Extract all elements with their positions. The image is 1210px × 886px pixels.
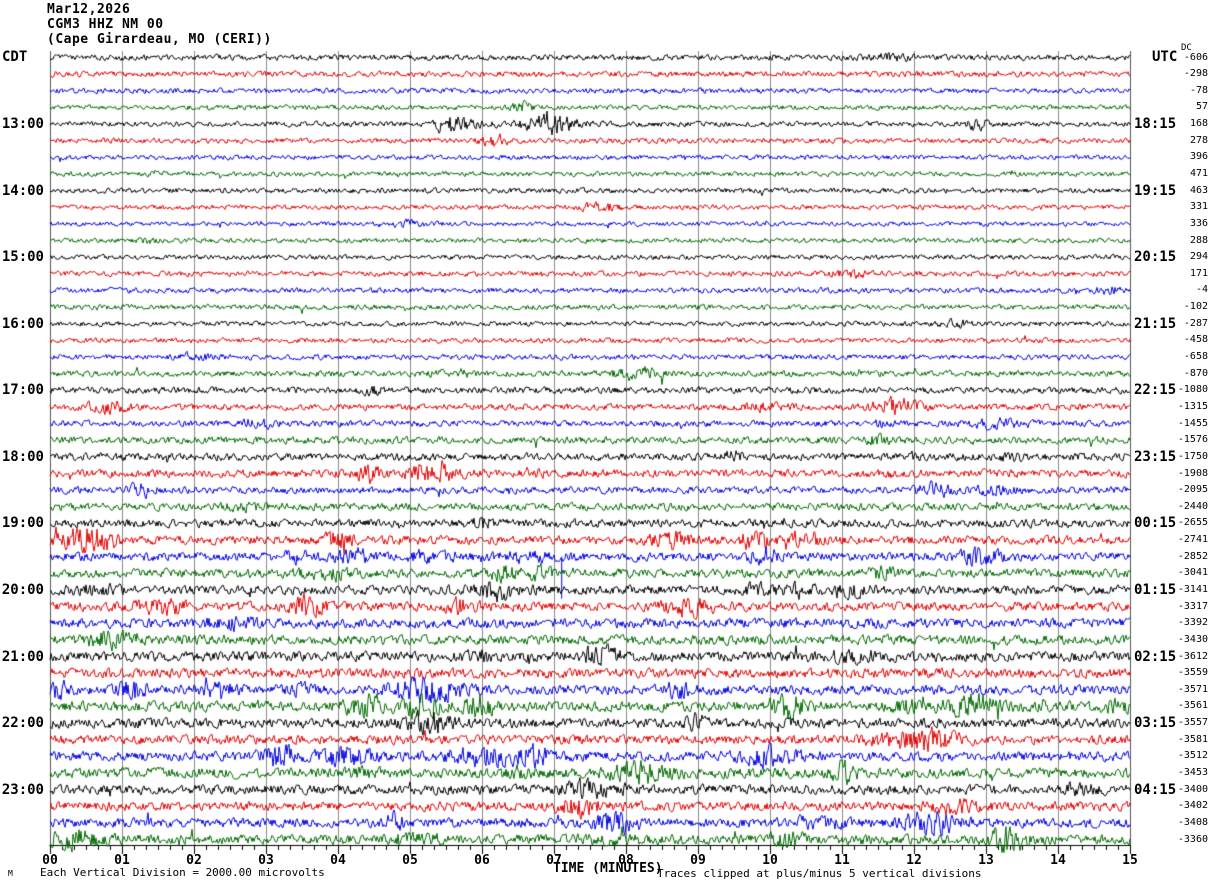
logo-mark: M bbox=[8, 869, 13, 878]
dc-value: 171 bbox=[1189, 267, 1208, 279]
minute-label: 14 bbox=[1050, 853, 1066, 868]
dc-value: 336 bbox=[1189, 217, 1208, 229]
dc-value: 288 bbox=[1189, 234, 1208, 246]
minute-label: 04 bbox=[330, 853, 346, 868]
dc-value: -3317 bbox=[1177, 600, 1208, 612]
utc-time-label: 02:15 bbox=[1134, 648, 1177, 665]
dc-value: -3360 bbox=[1177, 833, 1208, 845]
dc-value: 463 bbox=[1189, 184, 1208, 196]
dc-value: -3392 bbox=[1177, 617, 1208, 629]
dc-value: -2741 bbox=[1177, 534, 1208, 546]
cdt-time-label: 23:00 bbox=[1, 781, 44, 798]
x-axis-title: TIME (MINUTES) bbox=[553, 861, 663, 876]
dc-value: -3571 bbox=[1177, 683, 1208, 695]
minute-label: 13 bbox=[978, 853, 994, 868]
dc-value: -1315 bbox=[1177, 400, 1208, 412]
dc-value: -3402 bbox=[1177, 800, 1208, 812]
minute-label: 05 bbox=[402, 853, 418, 868]
clip-note: Traces clipped at plus/minus 5 vertical … bbox=[657, 867, 982, 880]
cdt-time-label: 22:00 bbox=[1, 715, 44, 732]
dc-value: -4 bbox=[1195, 284, 1208, 296]
minute-label: 12 bbox=[906, 853, 922, 868]
dc-value: -102 bbox=[1183, 301, 1208, 313]
dc-value: 278 bbox=[1189, 134, 1208, 146]
dc-value: -870 bbox=[1183, 367, 1208, 379]
dc-value: -3559 bbox=[1177, 667, 1208, 679]
dc-value: -3408 bbox=[1177, 816, 1208, 828]
dc-value: -2440 bbox=[1177, 500, 1208, 512]
dc-value: -1750 bbox=[1177, 450, 1208, 462]
dc-value: -606 bbox=[1183, 51, 1208, 63]
dc-value: -1455 bbox=[1177, 417, 1208, 429]
dc-value: -78 bbox=[1189, 84, 1208, 96]
seismogram-plot bbox=[0, 0, 1210, 886]
dc-value: -2852 bbox=[1177, 550, 1208, 562]
minute-label: 06 bbox=[474, 853, 490, 868]
utc-time-label: 04:15 bbox=[1134, 781, 1177, 798]
minute-label: 09 bbox=[690, 853, 706, 868]
utc-time-label: 01:15 bbox=[1134, 581, 1177, 598]
dc-value: -3430 bbox=[1177, 633, 1208, 645]
dc-value: -287 bbox=[1183, 317, 1208, 329]
dc-value: -298 bbox=[1183, 68, 1208, 80]
cdt-time-label: 16:00 bbox=[1, 315, 44, 332]
dc-value: -2095 bbox=[1177, 484, 1208, 496]
dc-value: -3557 bbox=[1177, 717, 1208, 729]
utc-time-label: 20:15 bbox=[1134, 249, 1177, 266]
utc-time-label: 03:15 bbox=[1134, 715, 1177, 732]
minute-label: 15 bbox=[1122, 853, 1138, 868]
dc-value: 396 bbox=[1189, 151, 1208, 163]
dc-value: 471 bbox=[1189, 167, 1208, 179]
dc-value: 168 bbox=[1189, 118, 1208, 130]
utc-time-label: 21:15 bbox=[1134, 315, 1177, 332]
dc-value: -3561 bbox=[1177, 700, 1208, 712]
dc-value: -658 bbox=[1183, 351, 1208, 363]
dc-value: -1080 bbox=[1177, 384, 1208, 396]
cdt-time-label: 14:00 bbox=[1, 182, 44, 199]
cdt-time-label: 19:00 bbox=[1, 515, 44, 532]
dc-value: -3400 bbox=[1177, 783, 1208, 795]
dc-value: -1908 bbox=[1177, 467, 1208, 479]
utc-time-label: 00:15 bbox=[1134, 515, 1177, 532]
dc-value: -3612 bbox=[1177, 650, 1208, 662]
dc-value: -3512 bbox=[1177, 750, 1208, 762]
dc-value: 294 bbox=[1189, 251, 1208, 263]
helicorder-page: Mar12,2026 CGM3 HHZ NM 00 (Cape Girardea… bbox=[0, 0, 1210, 886]
dc-value: -3041 bbox=[1177, 567, 1208, 579]
minute-label: 11 bbox=[834, 853, 850, 868]
minute-label: 10 bbox=[762, 853, 778, 868]
scale-note: Each Vertical Division = 2000.00 microvo… bbox=[40, 866, 325, 879]
dc-value: -3581 bbox=[1177, 733, 1208, 745]
cdt-time-label: 15:00 bbox=[1, 249, 44, 266]
cdt-time-label: 18:00 bbox=[1, 448, 44, 465]
dc-value: -3141 bbox=[1177, 583, 1208, 595]
utc-time-label: 23:15 bbox=[1134, 448, 1177, 465]
utc-time-label: 18:15 bbox=[1134, 116, 1177, 133]
dc-value: -458 bbox=[1183, 334, 1208, 346]
dc-value: -2655 bbox=[1177, 517, 1208, 529]
utc-time-label: 22:15 bbox=[1134, 382, 1177, 399]
dc-value: -3453 bbox=[1177, 767, 1208, 779]
dc-value: 331 bbox=[1189, 201, 1208, 213]
cdt-time-label: 13:00 bbox=[1, 116, 44, 133]
utc-time-label: 19:15 bbox=[1134, 182, 1177, 199]
dc-value: -1576 bbox=[1177, 434, 1208, 446]
dc-value: 57 bbox=[1195, 101, 1208, 113]
cdt-time-label: 21:00 bbox=[1, 648, 44, 665]
cdt-time-label: 17:00 bbox=[1, 382, 44, 399]
cdt-time-label: 20:00 bbox=[1, 581, 44, 598]
